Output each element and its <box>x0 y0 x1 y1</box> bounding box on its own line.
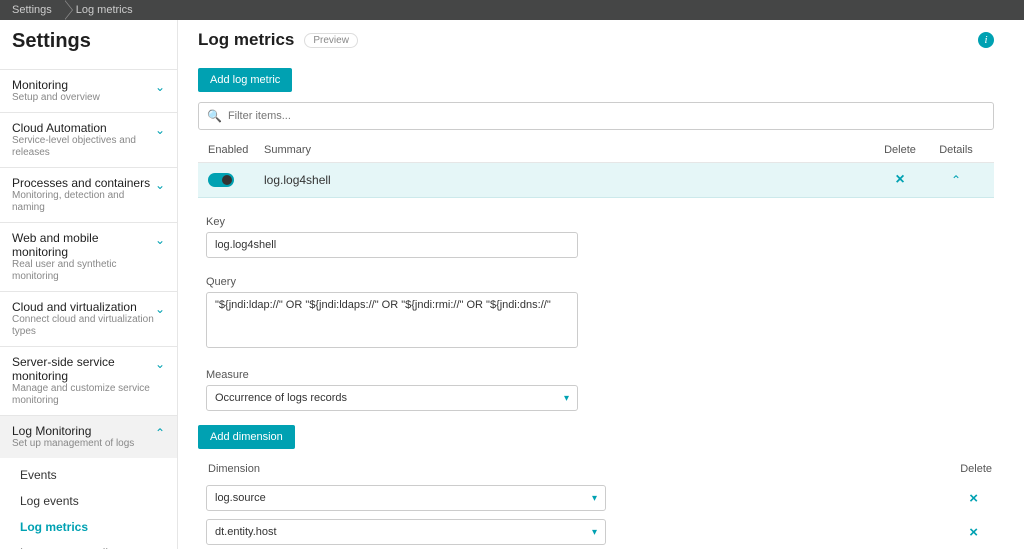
chevron-down-icon: ▾ <box>592 527 597 538</box>
chevron-down-icon: ⌄ <box>155 355 165 371</box>
sidebar-item-label: Web and mobile monitoring <box>12 231 155 259</box>
info-icon[interactable]: i <box>978 32 994 48</box>
col-summary: Summary <box>264 144 872 156</box>
sidebar-title: Settings <box>0 20 177 69</box>
delete-icon[interactable]: × <box>606 490 994 507</box>
search-icon: 🔍 <box>207 109 222 123</box>
sidebar-item-sub: Connect cloud and virtualization types <box>12 314 155 338</box>
add-dimension-button[interactable]: Add dimension <box>198 425 295 449</box>
chevron-up-icon: ⌃ <box>155 424 165 440</box>
measure-select[interactable]: Occurrence of logs records ▾ <box>206 385 578 411</box>
key-input[interactable] <box>206 232 578 258</box>
sidebar-item-processes[interactable]: Processes and containers Monitoring, det… <box>0 167 177 222</box>
chevron-down-icon: ▾ <box>564 393 569 404</box>
sidebar-item-label: Log Monitoring <box>12 424 155 438</box>
enabled-toggle[interactable] <box>208 173 234 187</box>
metric-row: log.log4shell × ⌃ <box>198 163 994 198</box>
sidebar-item-label: Cloud and virtualization <box>12 300 155 314</box>
breadcrumb-bar: Settings Log metrics <box>0 0 1024 20</box>
sidebar: Settings Monitoring Setup and overview ⌄… <box>0 20 178 549</box>
dim-col-name: Dimension <box>208 463 932 475</box>
sidebar-sublist: Events Log events Log metrics Log custom… <box>0 458 177 549</box>
dimension-row: dt.entity.host ▾ × <box>198 515 994 549</box>
col-delete: Delete <box>872 144 928 156</box>
measure-value: Occurrence of logs records <box>215 392 347 404</box>
sidebar-item-sub: Service-level objectives and releases <box>12 135 155 159</box>
key-label: Key <box>206 216 578 228</box>
query-label: Query <box>206 276 578 288</box>
sidebar-item-label: Server-side service monitoring <box>12 355 155 383</box>
measure-label: Measure <box>206 369 578 381</box>
collapse-icon[interactable]: ⌃ <box>928 173 984 187</box>
sidebar-item-sub: Setup and overview <box>12 92 155 104</box>
sidebar-item-log-monitoring[interactable]: Log Monitoring Set up management of logs… <box>0 415 177 458</box>
sidebar-item-server-side[interactable]: Server-side service monitoring Manage an… <box>0 346 177 415</box>
col-enabled: Enabled <box>208 144 264 156</box>
dimension-value: dt.entity.host <box>215 526 277 538</box>
col-details: Details <box>928 144 984 156</box>
delete-icon[interactable]: × <box>872 171 928 189</box>
main-content: Log metrics Preview i Add log metric 🔍 E… <box>178 20 1024 549</box>
chevron-down-icon: ⌄ <box>155 176 165 192</box>
sidebar-subitem-events[interactable]: Events <box>0 462 177 488</box>
table-header: Enabled Summary Delete Details <box>198 138 994 163</box>
dimension-row: log.source ▾ × <box>198 481 994 515</box>
sidebar-item-sub: Manage and customize service monitoring <box>12 383 155 407</box>
dim-col-delete: Delete <box>932 463 992 475</box>
sidebar-subitem-log-metrics[interactable]: Log metrics <box>0 514 177 540</box>
dimension-select[interactable]: log.source ▾ <box>206 485 606 511</box>
sidebar-item-sub: Real user and synthetic monitoring <box>12 259 155 283</box>
chevron-down-icon: ⌄ <box>155 231 165 247</box>
metric-summary: log.log4shell <box>264 173 872 187</box>
sidebar-item-cloud-virtualization[interactable]: Cloud and virtualization Connect cloud a… <box>0 291 177 346</box>
preview-tag: Preview <box>304 33 358 48</box>
chevron-down-icon: ⌄ <box>155 300 165 316</box>
chevron-down-icon: ⌄ <box>155 121 165 137</box>
breadcrumb-root[interactable]: Settings <box>0 0 64 20</box>
sidebar-subitem-log-events[interactable]: Log events <box>0 488 177 514</box>
sidebar-item-web-mobile[interactable]: Web and mobile monitoring Real user and … <box>0 222 177 291</box>
sidebar-item-label: Cloud Automation <box>12 121 155 135</box>
chevron-down-icon: ⌄ <box>155 78 165 94</box>
delete-icon[interactable]: × <box>606 524 994 541</box>
dimension-header: Dimension Delete <box>198 457 994 481</box>
filter-box[interactable]: 🔍 <box>198 102 994 130</box>
sidebar-item-cloud-automation[interactable]: Cloud Automation Service-level objective… <box>0 112 177 167</box>
sidebar-item-label: Monitoring <box>12 78 155 92</box>
chevron-down-icon: ▾ <box>592 493 597 504</box>
query-input[interactable] <box>206 292 578 348</box>
breadcrumb-current: Log metrics <box>64 0 145 20</box>
sidebar-item-label: Processes and containers <box>12 176 155 190</box>
filter-input[interactable] <box>222 107 985 125</box>
sidebar-item-sub: Set up management of logs <box>12 438 155 450</box>
dimension-value: log.source <box>215 492 266 504</box>
sidebar-subitem-custom-attributes[interactable]: Log custom attributes <box>0 540 177 549</box>
sidebar-item-sub: Monitoring, detection and naming <box>12 190 155 214</box>
add-log-metric-button[interactable]: Add log metric <box>198 68 292 92</box>
dimension-select[interactable]: dt.entity.host ▾ <box>206 519 606 545</box>
sidebar-item-monitoring[interactable]: Monitoring Setup and overview ⌄ <box>0 69 177 112</box>
page-title: Log metrics <box>198 30 294 50</box>
